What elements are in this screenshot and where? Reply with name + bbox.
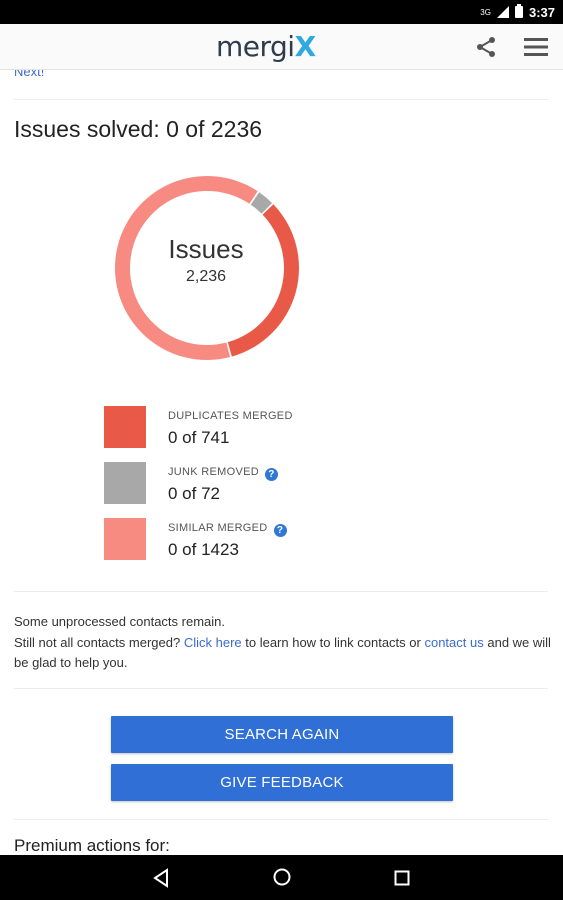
divider	[14, 688, 548, 689]
search-again-button[interactable]: SEARCH AGAIN	[111, 716, 453, 753]
divider	[14, 591, 548, 592]
logo-text: mergi	[216, 30, 295, 63]
click-here-link[interactable]: Click here	[184, 635, 242, 650]
recent-apps-icon[interactable]	[394, 870, 410, 886]
divider	[14, 99, 548, 100]
legend-value: 0 of 741	[168, 428, 230, 447]
legend-label: JUNK REMOVED	[168, 466, 259, 478]
legend-swatch-similar	[104, 518, 146, 560]
clock: 3:37	[528, 4, 555, 20]
info-text-span: to learn how to link contacts or	[245, 634, 421, 650]
legend-label-row: SIMILAR MERGED?	[168, 522, 287, 537]
help-icon[interactable]: ?	[273, 524, 287, 537]
info-text-span: Still not all contacts merged?	[14, 634, 181, 650]
status-bar: 3G 3:37	[0, 0, 563, 24]
info-line-1: Some unprocessed contacts remain.	[14, 614, 225, 629]
share-icon[interactable]	[474, 35, 498, 59]
legend-label: SIMILAR MERGED	[168, 522, 268, 534]
contact-us-link[interactable]: contact us	[424, 635, 483, 650]
battery-icon	[514, 4, 523, 18]
legend-swatch-junk	[104, 462, 146, 504]
legend-swatch-duplicates	[104, 406, 146, 448]
main-content: Next! Issues solved: 0 of 2236 Issues 2,…	[0, 70, 563, 855]
system-nav-bar	[0, 855, 563, 900]
mergix-logo: mergiX	[216, 30, 316, 63]
donut-center-value: 2,236	[185, 268, 227, 285]
next-link[interactable]: Next!	[14, 70, 44, 79]
legend-value: 0 of 72	[168, 484, 220, 503]
premium-actions-title: Premium actions for:	[14, 836, 170, 855]
legend-value: 0 of 1423	[168, 540, 239, 559]
info-text: Some unprocessed contacts remain. Still …	[14, 612, 554, 674]
legend-label: DUPLICATES MERGED	[168, 410, 293, 422]
legend-label-row: JUNK REMOVED?	[168, 466, 278, 481]
network-type-indicator: 3G	[480, 7, 491, 17]
app-bar: mergiX	[0, 24, 563, 70]
home-icon[interactable]	[272, 867, 292, 887]
donut-center-label: Issues	[168, 234, 244, 264]
legend-similar: SIMILAR MERGED? 0 of 1423	[104, 518, 404, 562]
help-icon[interactable]: ?	[265, 468, 278, 481]
logo-accent: X	[294, 30, 317, 63]
give-feedback-button[interactable]: GIVE FEEDBACK	[111, 764, 453, 801]
back-icon[interactable]	[152, 868, 170, 888]
hamburger-menu-icon[interactable]	[524, 36, 548, 58]
signal-icon	[496, 6, 509, 18]
legend-duplicates: DUPLICATES MERGED 0 of 741	[104, 406, 404, 450]
info-line-2: Still not all contacts merged? Click her…	[14, 633, 554, 674]
issues-solved-title: Issues solved: 0 of 2236	[14, 116, 263, 142]
legend-junk: JUNK REMOVED? 0 of 72	[104, 462, 404, 506]
divider	[14, 819, 548, 820]
